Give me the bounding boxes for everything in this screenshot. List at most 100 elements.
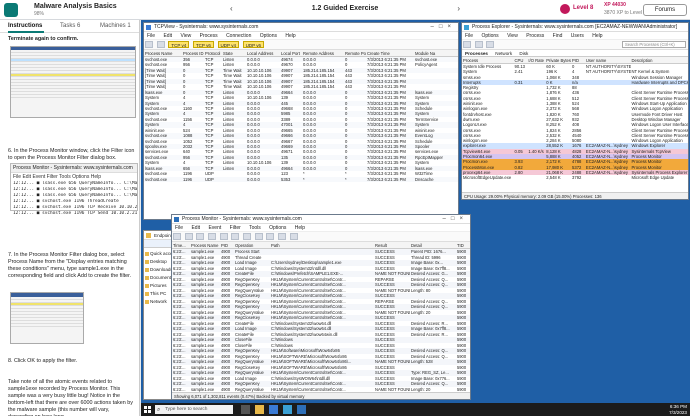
- menu-process[interactable]: Process: [526, 33, 544, 39]
- column-header[interactable]: State: [222, 50, 246, 56]
- tcpview-taskbar-icon[interactable]: [269, 405, 278, 414]
- column-header[interactable]: Remote Port: [344, 50, 366, 56]
- column-header[interactable]: Local Port: [280, 50, 302, 56]
- autoscroll-icon[interactable]: [208, 233, 217, 240]
- procmon-taskbar-icon[interactable]: [297, 405, 306, 414]
- find-handle-icon[interactable]: [486, 41, 495, 48]
- menu-event[interactable]: Event: [208, 225, 221, 231]
- tab-disk[interactable]: Disk: [516, 51, 531, 56]
- course-logo-icon[interactable]: [4, 3, 18, 17]
- taskbar-search-input[interactable]: ⌕ Type here to search: [155, 405, 233, 414]
- column-header[interactable]: Module Na: [414, 50, 456, 56]
- tcp-v4-toggle[interactable]: TCP v4: [168, 41, 190, 48]
- menu-view[interactable]: View: [507, 33, 518, 39]
- udp-v4-toggle[interactable]: UDP v4: [217, 41, 239, 48]
- folder-icon: [145, 260, 149, 264]
- filter-dialog-reference-screenshot: [10, 292, 84, 344]
- menu-view[interactable]: View: [180, 33, 191, 39]
- menu-file[interactable]: File: [147, 33, 155, 39]
- column-header[interactable]: CPU: [514, 57, 528, 63]
- capture-icon[interactable]: [196, 233, 205, 240]
- start-menu-icon[interactable]: [144, 406, 151, 413]
- procexp-taskbar-icon[interactable]: [283, 405, 292, 414]
- tcp-v6-toggle[interactable]: TCP v6: [192, 41, 214, 48]
- menu-file[interactable]: File: [175, 225, 183, 231]
- save-icon[interactable]: [463, 41, 471, 48]
- save-icon[interactable]: [156, 41, 165, 48]
- network-activity-icon[interactable]: [289, 233, 298, 240]
- next-exercise-icon[interactable]: ›: [457, 4, 460, 13]
- menu-process[interactable]: Process: [200, 33, 218, 39]
- menu-file[interactable]: File: [465, 33, 473, 39]
- column-header[interactable]: Description: [631, 57, 688, 63]
- tab-tasks[interactable]: Tasks 6: [60, 23, 80, 29]
- column-header[interactable]: PID: [220, 242, 234, 248]
- column-header[interactable]: Create Time: [366, 50, 414, 56]
- column-header[interactable]: TID: [456, 242, 470, 248]
- file-explorer-icon[interactable]: [255, 405, 264, 414]
- cell: Dnscache: [415, 176, 434, 182]
- tab-network[interactable]: Network: [492, 51, 515, 56]
- udp-v6-toggle[interactable]: UDP v6: [242, 41, 265, 48]
- tcpview-header-row: Process Name Process ID Protocol State Local…: [144, 50, 458, 57]
- column-header[interactable]: Process Name: [144, 50, 182, 56]
- column-header[interactable]: Time...: [172, 242, 190, 248]
- menu-filter[interactable]: Filter: [230, 225, 241, 231]
- cell: [514, 175, 528, 180]
- refresh-icon[interactable]: [474, 41, 483, 48]
- menu-options[interactable]: Options: [481, 33, 498, 39]
- column-header[interactable]: Operation: [234, 242, 270, 248]
- column-header[interactable]: Result: [374, 242, 410, 248]
- window-controls-icon[interactable]: –□×: [431, 23, 456, 32]
- column-header[interactable]: Process ID: [182, 50, 204, 56]
- column-header[interactable]: Local Address: [246, 50, 280, 56]
- menu-edit[interactable]: Edit: [163, 33, 172, 39]
- menu-help[interactable]: Help: [592, 33, 602, 39]
- filter-icon[interactable]: [231, 233, 240, 240]
- tab-tasks-label: Tasks: [60, 23, 76, 29]
- column-header[interactable]: Process: [462, 57, 514, 63]
- process-row[interactable]: MicrosoftEdgeUpdate.exe 2,548 K 3792 Micros…: [462, 175, 688, 180]
- column-header[interactable]: User name: [585, 57, 631, 63]
- folder-icon: [145, 292, 149, 296]
- menu-connection[interactable]: Connection: [226, 33, 251, 39]
- column-header[interactable]: Remote Address: [302, 50, 344, 56]
- task-view-icon[interactable]: [241, 405, 250, 414]
- open-icon[interactable]: [173, 233, 181, 240]
- file-activity-icon[interactable]: [278, 233, 287, 240]
- save-icon[interactable]: [184, 233, 193, 240]
- menu-find[interactable]: Find: [553, 33, 563, 39]
- menu-help[interactable]: Help: [285, 33, 295, 39]
- highlight-icon[interactable]: [243, 233, 252, 240]
- tab-instructions[interactable]: Instructions: [8, 23, 42, 29]
- tcpview-menubar: File Edit View Process Connection Option…: [144, 32, 458, 40]
- menu-options[interactable]: Options: [269, 225, 286, 231]
- column-header[interactable]: Process Name: [190, 242, 220, 248]
- column-header[interactable]: Detail: [410, 242, 456, 248]
- registry-activity-icon[interactable]: [266, 233, 275, 240]
- tab-machines[interactable]: Machines 1: [100, 23, 131, 29]
- column-header[interactable]: Protocol: [204, 50, 222, 56]
- menu-help[interactable]: Help: [295, 225, 305, 231]
- forums-button[interactable]: Forums: [643, 4, 687, 16]
- nav-item-label: Documents: [150, 275, 174, 280]
- menu-tools[interactable]: Tools: [249, 225, 261, 231]
- column-header[interactable]: Private Bytes: [545, 57, 571, 63]
- find-icon[interactable]: [254, 233, 263, 240]
- clock-time: 6:36 PM: [669, 404, 687, 409]
- mini-procmon-title: Process Monitor - Sysinternals: www.sysi…: [11, 164, 137, 173]
- clear-icon[interactable]: [219, 233, 228, 240]
- column-header[interactable]: I/O Rate: [527, 57, 545, 63]
- table-row[interactable]: svchost.exe 1196 UDP 0.0.0.0 5353 * * 7/3/2013 …: [144, 176, 458, 183]
- cell: [585, 175, 631, 180]
- column-header[interactable]: PID: [571, 57, 585, 63]
- refresh-icon[interactable]: [145, 41, 153, 48]
- menu-options[interactable]: Options: [260, 33, 277, 39]
- process-search-input[interactable]: Search Processes (Ctrl+K): [622, 41, 686, 48]
- column-header[interactable]: Path: [270, 242, 374, 248]
- menu-edit[interactable]: Edit: [191, 225, 200, 231]
- system-clock[interactable]: 6:36 PM 7/3/2023: [669, 404, 687, 415]
- menu-users[interactable]: Users: [571, 33, 584, 39]
- tab-processes[interactable]: Processes: [462, 51, 491, 56]
- window-controls-icon[interactable]: –□×: [443, 215, 468, 224]
